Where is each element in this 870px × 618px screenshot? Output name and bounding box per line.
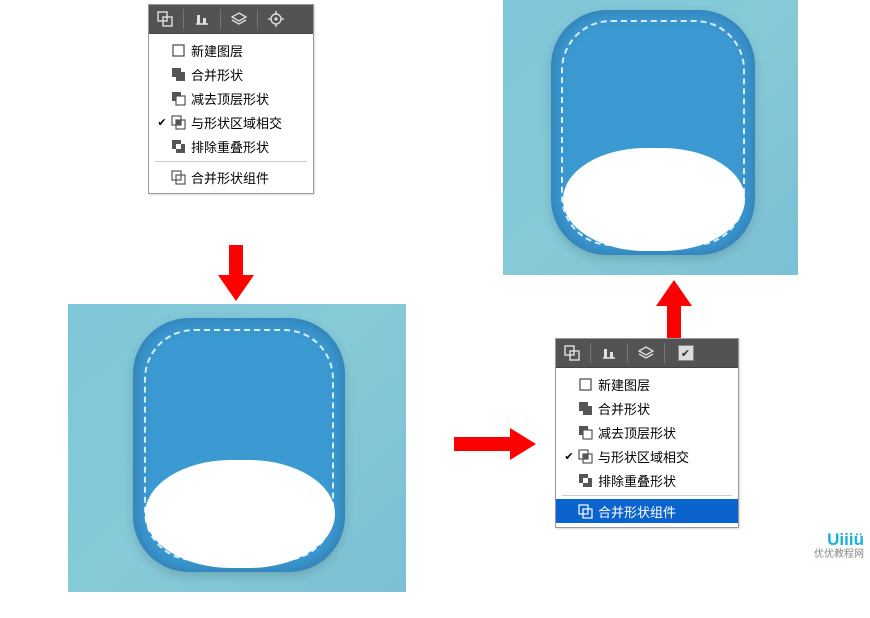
menu-item-label: 减去顶层形状 — [191, 89, 269, 108]
menu-item-new-layer[interactable]: 新建图层 — [149, 38, 313, 62]
checkbox-option[interactable]: ✔ — [667, 339, 707, 367]
combine-icon — [576, 400, 594, 416]
menu-item-new-layer[interactable]: 新建图层 — [556, 372, 738, 396]
menu-separator — [562, 495, 732, 496]
watermark: Uiiiü 优优教程网 — [814, 531, 864, 560]
cutout-ellipse — [145, 460, 335, 568]
merge-components-icon — [576, 503, 594, 519]
menu-item-intersect[interactable]: ✔ 与形状区域相交 — [149, 110, 313, 134]
menu-item-subtract[interactable]: 减去顶层形状 — [556, 420, 738, 444]
toolbar-separator — [183, 9, 184, 29]
menu-item-combine[interactable]: 合并形状 — [149, 62, 313, 86]
menu-item-label: 合并形状组件 — [191, 168, 269, 187]
arrow-down — [218, 275, 254, 301]
toolbar-separator — [257, 9, 258, 29]
subtract-icon — [169, 90, 187, 106]
arrow-right — [510, 428, 536, 460]
watermark-sub: 优优教程网 — [814, 550, 864, 560]
toolbar: ✔ — [556, 339, 738, 368]
toolbar-separator — [590, 343, 591, 363]
menu-item-combine[interactable]: 合并形状 — [556, 396, 738, 420]
canvas-intermediate — [68, 304, 406, 592]
menu-item-exclude[interactable]: 排除重叠形状 — [556, 468, 738, 492]
gear-icon[interactable] — [260, 5, 292, 33]
toolbar — [149, 5, 313, 34]
intersect-icon — [169, 114, 187, 130]
combine-icon — [169, 66, 187, 82]
square-icon — [576, 376, 594, 392]
menu-item-label: 新建图层 — [191, 41, 243, 60]
path-ops-icon[interactable] — [556, 339, 588, 367]
path-ops-icon[interactable] — [149, 5, 181, 33]
arrange-icon[interactable] — [630, 339, 662, 367]
watermark-main: Uiiiü — [827, 530, 864, 549]
exclude-icon — [576, 472, 594, 488]
cutout-ellipse — [563, 148, 745, 251]
menu-item-subtract[interactable]: 减去顶层形状 — [149, 86, 313, 110]
menu-item-intersect[interactable]: ✔ 与形状区域相交 — [556, 444, 738, 468]
menu-item-label: 排除重叠形状 — [191, 137, 269, 156]
toolbar-separator — [220, 9, 221, 29]
menu-item-label: 新建图层 — [598, 375, 650, 394]
square-icon — [169, 42, 187, 58]
check-mark: ✔ — [562, 450, 576, 463]
menu-item-merge-components[interactable]: 合并形状组件 — [556, 499, 738, 523]
check-mark: ✔ — [155, 116, 169, 129]
shape-mode-menu-2: ✔ 新建图层 合并形状 减去顶层形状 ✔ 与形状区域相交 排除重叠形状 — [555, 338, 739, 528]
menu-item-label: 减去顶层形状 — [598, 423, 676, 442]
menu-item-label: 排除重叠形状 — [598, 471, 676, 490]
menu-item-label: 合并形状 — [598, 399, 650, 418]
toolbar-separator — [664, 343, 665, 363]
arrow-up — [656, 280, 692, 306]
align-icon[interactable] — [593, 339, 625, 367]
menu-list: 新建图层 合并形状 减去顶层形状 ✔ 与形状区域相交 排除重叠形状 合并形状组件 — [149, 34, 313, 193]
menu-item-label: 与形状区域相交 — [191, 113, 282, 132]
menu-item-label: 合并形状 — [191, 65, 243, 84]
merge-components-icon — [169, 169, 187, 185]
canvas-result-top — [503, 0, 798, 275]
menu-item-label: 合并形状组件 — [598, 502, 676, 521]
toolbar-separator — [627, 343, 628, 363]
exclude-icon — [169, 138, 187, 154]
menu-item-merge-components[interactable]: 合并形状组件 — [149, 165, 313, 189]
menu-item-label: 与形状区域相交 — [598, 447, 689, 466]
menu-item-exclude[interactable]: 排除重叠形状 — [149, 134, 313, 158]
shape-mode-menu-1: 新建图层 合并形状 减去顶层形状 ✔ 与形状区域相交 排除重叠形状 合并形状组件 — [148, 4, 314, 194]
arrange-icon[interactable] — [223, 5, 255, 33]
subtract-icon — [576, 424, 594, 440]
checkbox-icon: ✔ — [678, 345, 694, 361]
menu-separator — [155, 161, 307, 162]
menu-list: 新建图层 合并形状 减去顶层形状 ✔ 与形状区域相交 排除重叠形状 合并形状组件 — [556, 368, 738, 527]
align-icon[interactable] — [186, 5, 218, 33]
intersect-icon — [576, 448, 594, 464]
